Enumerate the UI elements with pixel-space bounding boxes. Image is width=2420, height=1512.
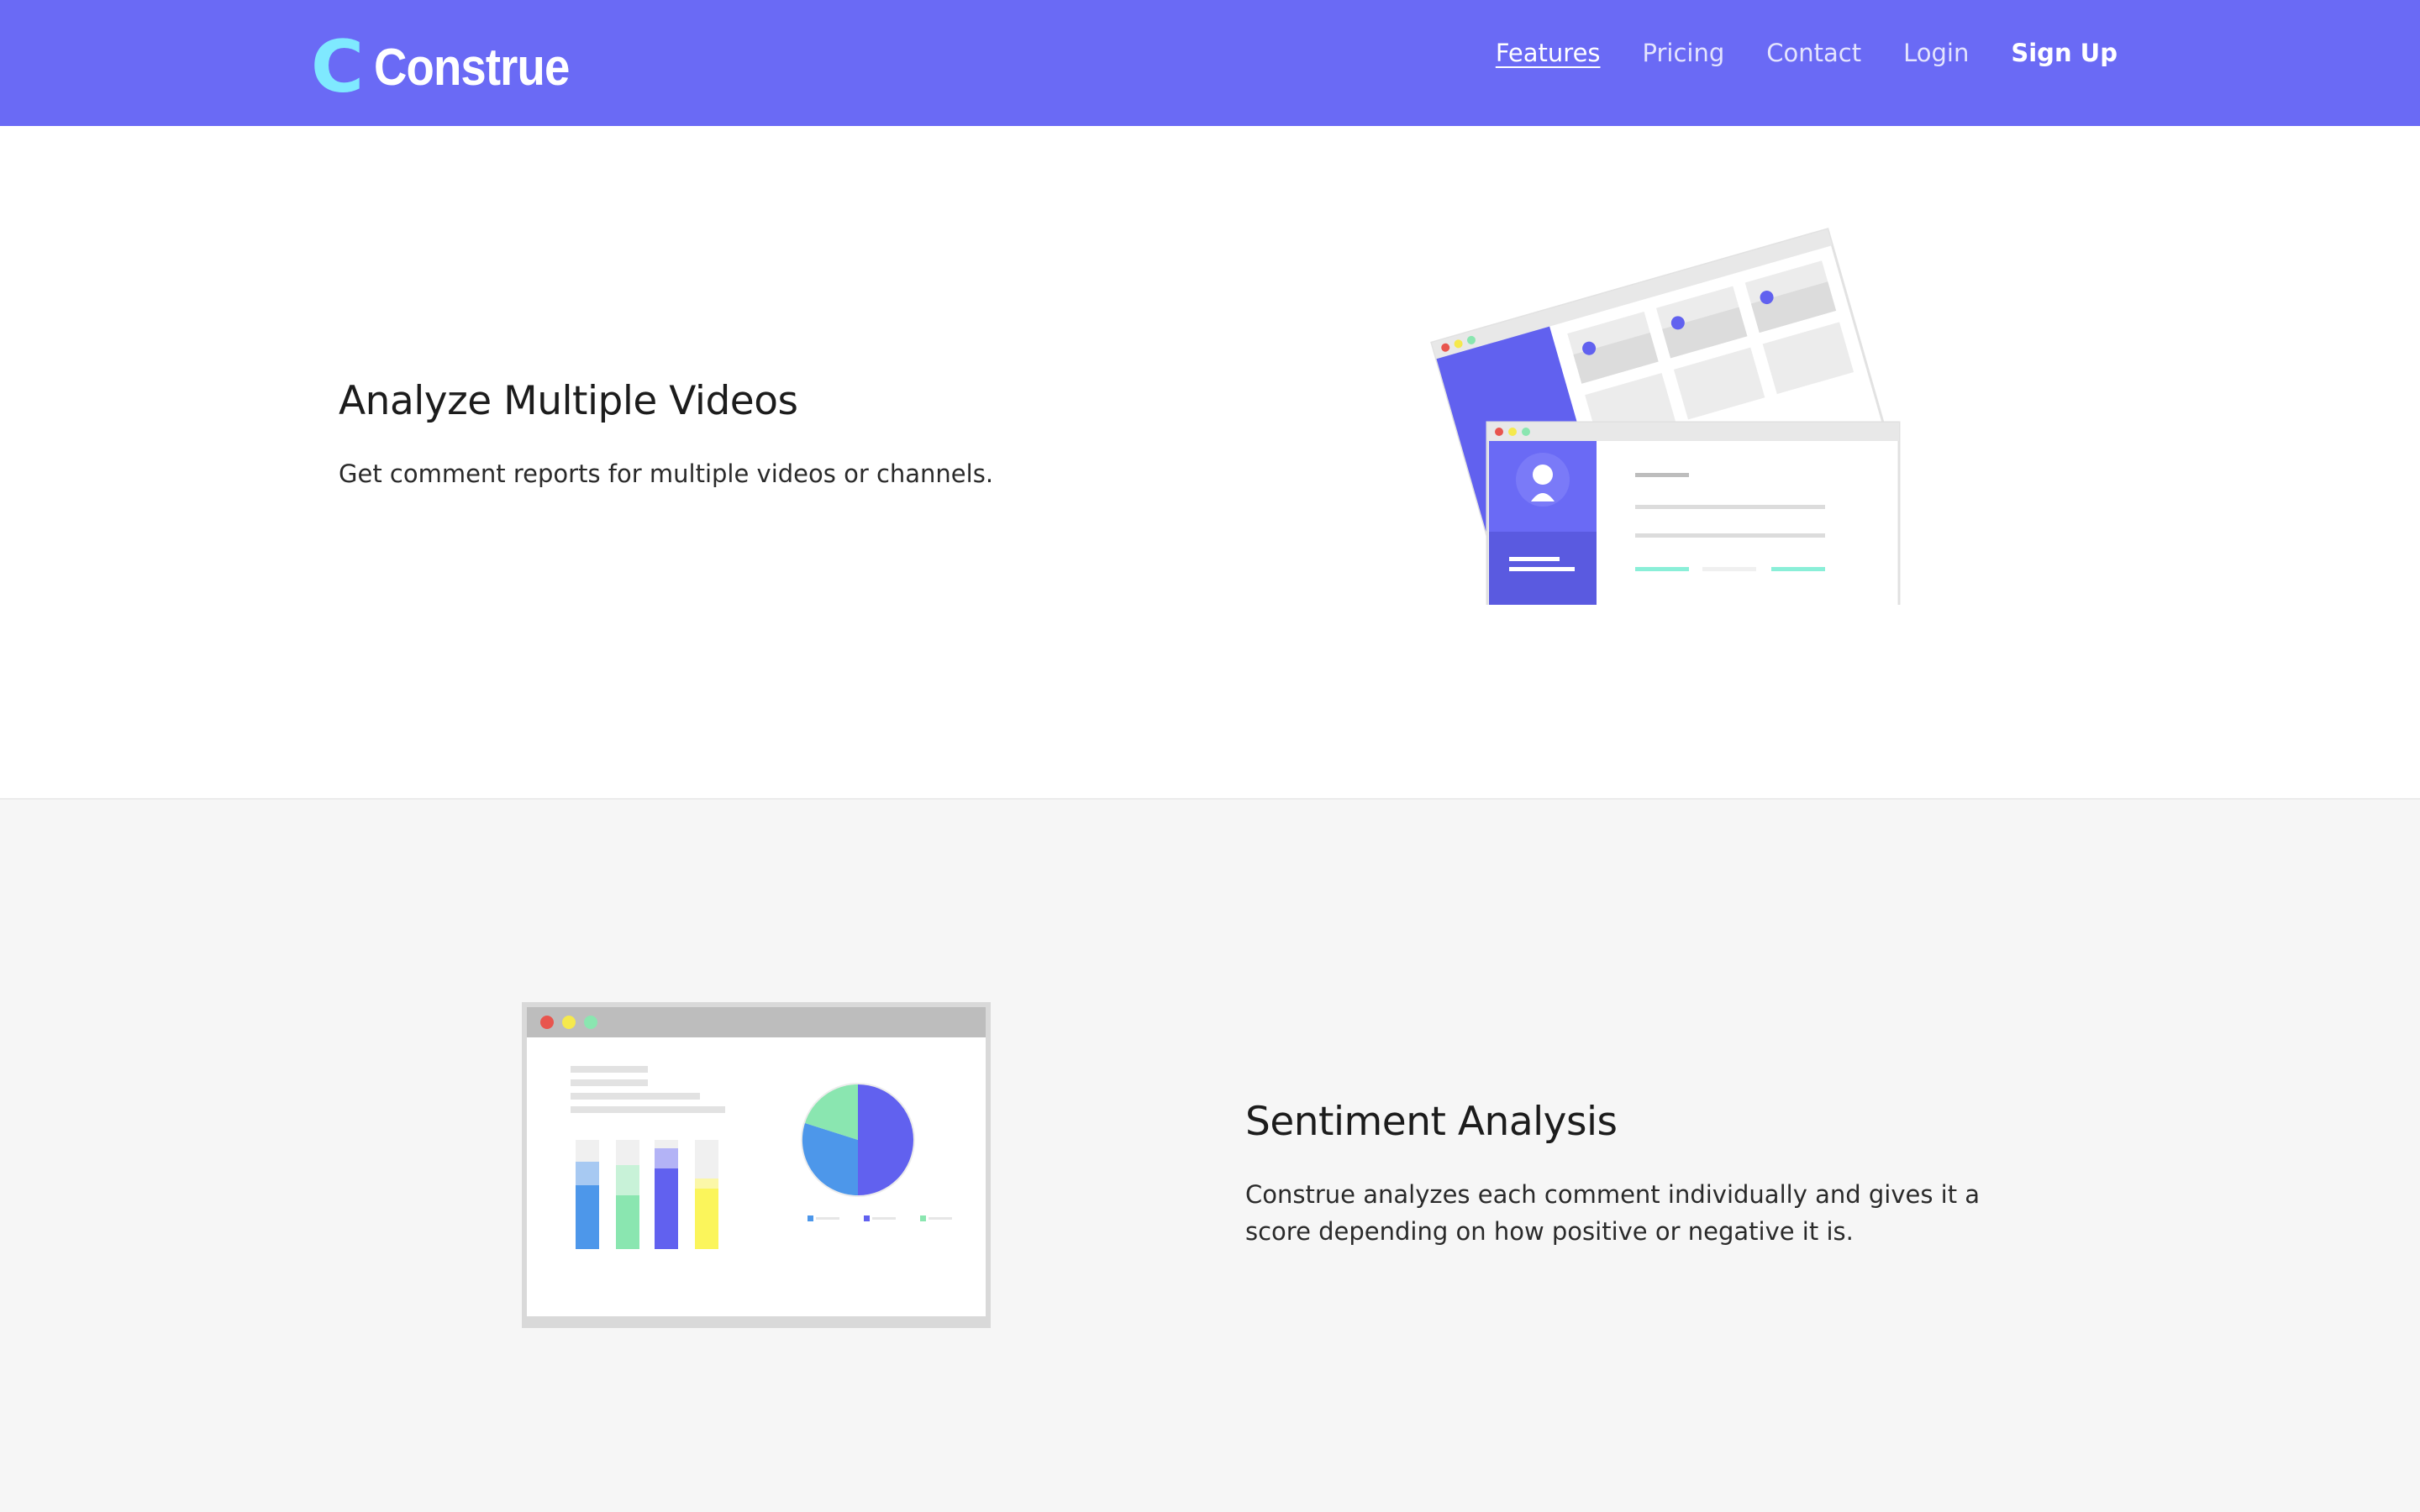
- feature-section-multiple-videos: Analyze Multiple Videos Get comment repo…: [0, 126, 2420, 800]
- nav-link-contact[interactable]: Contact: [1766, 39, 1861, 67]
- top-navbar: C Construe Features Pricing Contact Logi…: [0, 0, 2420, 126]
- feature-description: Get comment reports for multiple videos …: [339, 459, 994, 488]
- main-nav: Features Pricing Contact Login Sign Up: [1496, 34, 2118, 72]
- feature-description: Construe analyzes each comment individua…: [1245, 1180, 1981, 1246]
- feature-title: Analyze Multiple Videos: [339, 378, 798, 424]
- logo-c-icon: C: [311, 25, 365, 109]
- brand-logo[interactable]: C Construe: [311, 25, 596, 109]
- analytics-dashboard-illustration: [522, 1002, 991, 1328]
- multiple-dashboards-illustration: [1430, 228, 1901, 605]
- brand-name: Construe: [374, 38, 570, 97]
- feature-title: Sentiment Analysis: [1245, 1099, 1618, 1145]
- nav-link-features[interactable]: Features: [1496, 39, 1601, 67]
- nav-link-login[interactable]: Login: [1903, 39, 1969, 67]
- nav-link-sign-up[interactable]: Sign Up: [2011, 39, 2118, 67]
- nav-link-pricing[interactable]: Pricing: [1643, 39, 1725, 67]
- feature-section-sentiment-analysis: Sentiment Analysis Construe analyzes eac…: [0, 800, 2420, 1512]
